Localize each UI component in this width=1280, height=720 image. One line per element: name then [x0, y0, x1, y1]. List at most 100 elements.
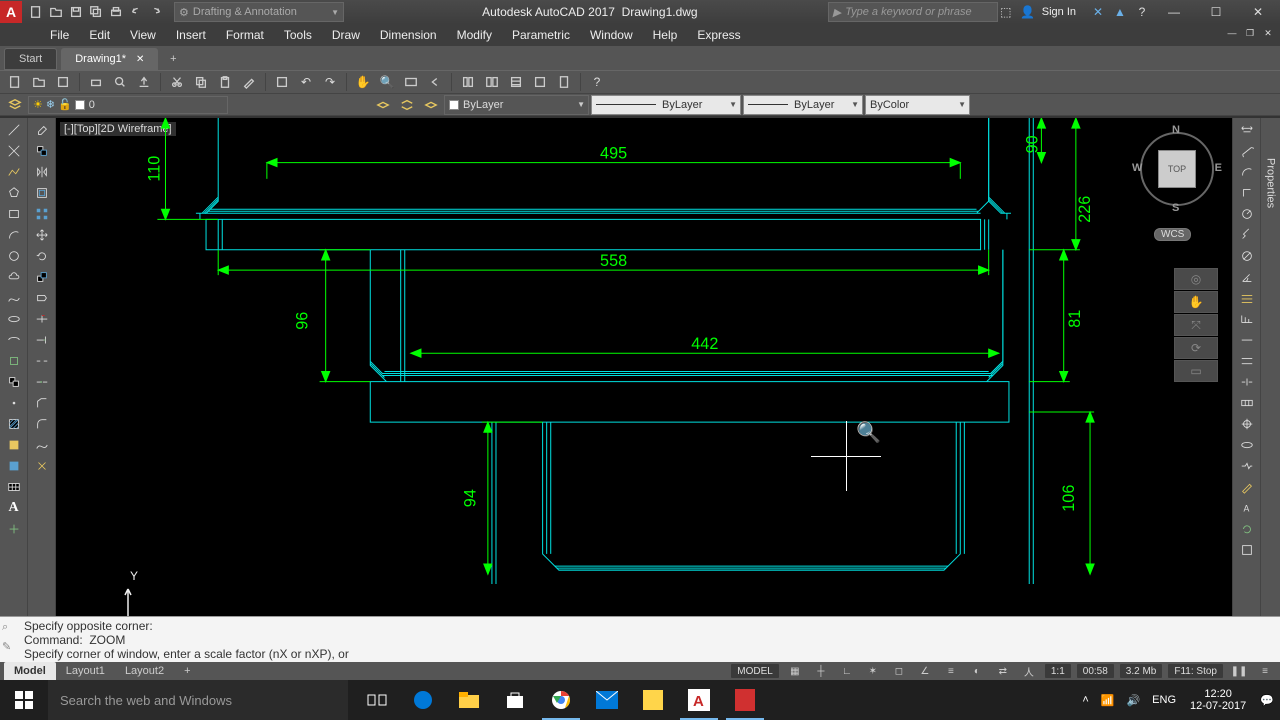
- cmd-recent-icon[interactable]: ⌕: [2, 621, 11, 634]
- menu-view[interactable]: View: [120, 24, 166, 46]
- join-tool-icon[interactable]: [31, 372, 53, 392]
- dcenter-icon[interactable]: [529, 72, 551, 92]
- block-icon[interactable]: [271, 72, 293, 92]
- dim-baseline-icon[interactable]: [1236, 309, 1258, 329]
- new-icon[interactable]: [4, 72, 26, 92]
- mirror-tool-icon[interactable]: [31, 162, 53, 182]
- tray-clock[interactable]: 12:2012-07-2017: [1182, 688, 1254, 712]
- open-icon[interactable]: [28, 72, 50, 92]
- status-pause-icon[interactable]: ❚❚: [1228, 663, 1250, 679]
- redo2-icon[interactable]: ↷: [319, 72, 341, 92]
- layout-tab-layout1[interactable]: Layout1: [56, 662, 115, 680]
- pan-icon[interactable]: ✋: [352, 72, 374, 92]
- gradient-tool-icon[interactable]: [3, 435, 25, 455]
- make-block-icon[interactable]: [3, 372, 25, 392]
- workspace-dropdown[interactable]: ⚙ Drafting & Annotation ▼: [174, 2, 344, 22]
- dim-jog-icon[interactable]: [1236, 225, 1258, 245]
- help2-icon[interactable]: ?: [586, 72, 608, 92]
- circle-tool-icon[interactable]: [3, 246, 25, 266]
- menu-file[interactable]: File: [40, 24, 79, 46]
- exchange-icon[interactable]: ✕: [1090, 4, 1106, 20]
- status-snap-toggle[interactable]: F11: Stop: [1167, 663, 1224, 679]
- autodesk-icon[interactable]: ⬚: [998, 4, 1014, 20]
- line-tool-icon[interactable]: [3, 120, 25, 140]
- minimize-button[interactable]: —: [1156, 1, 1192, 23]
- status-otrack-icon[interactable]: ∠: [914, 663, 936, 679]
- doc-restore-icon[interactable]: ❐: [1242, 26, 1258, 40]
- erase-tool-icon[interactable]: [31, 120, 53, 140]
- offset-tool-icon[interactable]: [31, 183, 53, 203]
- help-icon[interactable]: ?: [1134, 4, 1150, 20]
- dim-aligned-icon[interactable]: [1236, 141, 1258, 161]
- dim-continue-icon[interactable]: [1236, 330, 1258, 350]
- user-icon[interactable]: 👤: [1020, 4, 1036, 20]
- hatch-tool-icon[interactable]: [3, 414, 25, 434]
- tray-net-icon[interactable]: 📶: [1095, 694, 1121, 707]
- zoom-icon[interactable]: 🔍: [376, 72, 398, 92]
- layer-iso-icon[interactable]: [372, 95, 394, 115]
- scale-tool-icon[interactable]: [31, 267, 53, 287]
- layout-tab-layout2[interactable]: Layout2: [115, 662, 174, 680]
- tray-vol-icon[interactable]: 🔊: [1120, 694, 1146, 707]
- layer-uniso-icon[interactable]: [396, 95, 418, 115]
- copy-tool-icon[interactable]: [31, 141, 53, 161]
- close-button[interactable]: ✕: [1240, 1, 1276, 23]
- qat-new-icon[interactable]: [26, 2, 46, 22]
- status-grid-icon[interactable]: ▦: [784, 663, 806, 679]
- stretch-tool-icon[interactable]: [31, 288, 53, 308]
- point-tool-icon[interactable]: [3, 393, 25, 413]
- tab-close-icon[interactable]: ✕: [136, 54, 144, 65]
- explode-tool-icon[interactable]: [31, 456, 53, 476]
- arc-tool-icon[interactable]: [3, 225, 25, 245]
- dim-arc-icon[interactable]: [1236, 162, 1258, 182]
- chrome-icon[interactable]: [538, 680, 584, 720]
- layer-prev-icon[interactable]: [420, 95, 442, 115]
- save2-icon[interactable]: [52, 72, 74, 92]
- orbit-nav-icon[interactable]: ⟳: [1174, 337, 1218, 359]
- drawing-canvas[interactable]: [-][Top][2D Wireframe]: [56, 118, 1232, 656]
- properties-panel-tab[interactable]: Properties: [1260, 118, 1280, 656]
- trim-tool-icon[interactable]: [31, 309, 53, 329]
- rect-tool-icon[interactable]: [3, 204, 25, 224]
- cmd-config-icon[interactable]: ✎: [2, 640, 11, 653]
- ellipse-tool-icon[interactable]: [3, 309, 25, 329]
- dim-angular-icon[interactable]: [1236, 267, 1258, 287]
- tray-lang[interactable]: ENG: [1146, 694, 1182, 706]
- status-ortho-icon[interactable]: ∟: [836, 663, 858, 679]
- cut-icon[interactable]: [166, 72, 188, 92]
- tolerance-icon[interactable]: [1236, 393, 1258, 413]
- app-logo[interactable]: A: [0, 1, 22, 23]
- spline-tool-icon[interactable]: [3, 288, 25, 308]
- blend-tool-icon[interactable]: [31, 435, 53, 455]
- dim-ordinate-icon[interactable]: [1236, 183, 1258, 203]
- dim-break-icon[interactable]: [1236, 372, 1258, 392]
- tool-pal-icon[interactable]: [505, 72, 527, 92]
- tab-drawing1[interactable]: Drawing1*✕: [61, 48, 158, 70]
- move-tool-icon[interactable]: [31, 225, 53, 245]
- xline-tool-icon[interactable]: [3, 141, 25, 161]
- array-tool-icon[interactable]: [31, 204, 53, 224]
- edge-icon[interactable]: [400, 680, 446, 720]
- break-tool-icon[interactable]: [31, 351, 53, 371]
- dim-radius-icon[interactable]: [1236, 204, 1258, 224]
- status-cycling-icon[interactable]: ⇄: [992, 663, 1014, 679]
- help-search-input[interactable]: ▶Type a keyword or phrase: [828, 2, 998, 22]
- status-custom-icon[interactable]: ≡: [1254, 663, 1276, 679]
- nav-bar[interactable]: ◎ ✋ ⤧ ⟳ ▭: [1174, 268, 1218, 383]
- mtext-tool-icon[interactable]: A: [3, 498, 25, 518]
- layout-tab-add[interactable]: +: [174, 662, 200, 680]
- dimstyle-icon[interactable]: [1236, 540, 1258, 560]
- table-tool-icon[interactable]: [3, 477, 25, 497]
- showmotion-icon[interactable]: ▭: [1174, 360, 1218, 382]
- linetype-dropdown[interactable]: ByLayer▼: [591, 95, 741, 115]
- wcs-label[interactable]: WCS: [1154, 228, 1191, 241]
- doc-close-icon[interactable]: ✕: [1260, 26, 1276, 40]
- zoom-nav-icon[interactable]: ⤧: [1174, 314, 1218, 336]
- menu-parametric[interactable]: Parametric: [502, 24, 580, 46]
- menu-format[interactable]: Format: [216, 24, 274, 46]
- match-icon[interactable]: [238, 72, 260, 92]
- start-button[interactable]: [0, 680, 48, 720]
- tray-up-icon[interactable]: ˄: [1076, 694, 1094, 706]
- notes-icon[interactable]: [630, 680, 676, 720]
- dim-linear-icon[interactable]: [1236, 120, 1258, 140]
